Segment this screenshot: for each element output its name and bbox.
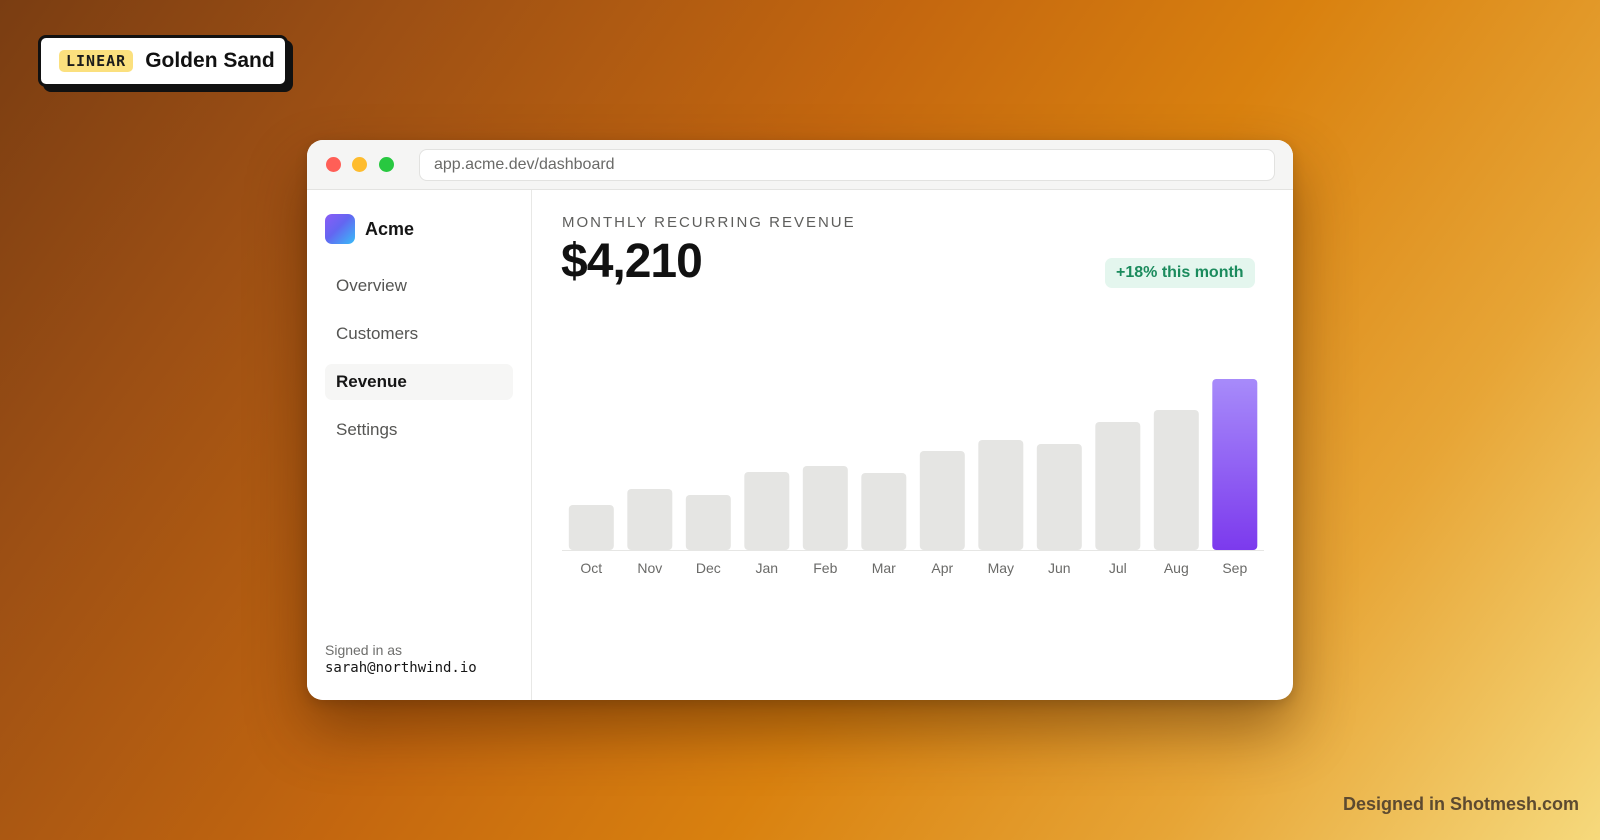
bar-jun[interactable]: [1036, 444, 1082, 550]
minimize-window-button[interactable]: [352, 157, 367, 172]
brand[interactable]: Acme: [325, 214, 414, 244]
title-bar: app.acme.dev/dashboard: [307, 140, 1293, 190]
address-bar[interactable]: app.acme.dev/dashboard: [419, 149, 1275, 181]
signed-in-label: Signed in as: [325, 642, 403, 658]
signed-in-info: Signed in as sarah@northwind.io: [325, 642, 477, 676]
x-tick-label: Jul: [1109, 560, 1127, 576]
bar-feb[interactable]: [802, 466, 848, 550]
sidebar-item-revenue[interactable]: Revenue: [325, 364, 513, 400]
bar-oct[interactable]: [568, 505, 614, 550]
bar-nov[interactable]: [627, 489, 673, 550]
bar-mar[interactable]: [861, 473, 907, 550]
x-tick-label: Jan: [756, 560, 779, 576]
theme-tag: LINEAR Golden Sand: [38, 35, 288, 87]
x-tick-label: Dec: [696, 560, 721, 576]
x-tick-label: Nov: [637, 560, 662, 576]
revenue-bar-chart: Oct Nov Dec Jan Feb Mar Apr May Jun Jul Aug Sep: [562, 379, 1264, 576]
x-tick-label: Mar: [872, 560, 896, 576]
browser-window: app.acme.dev/dashboard Acme Overview Cus…: [307, 140, 1293, 700]
bar-aug[interactable]: [1153, 410, 1199, 550]
brand-name: Acme: [365, 218, 415, 239]
bar-jan[interactable]: [744, 472, 790, 550]
footer-credit: Designed in Shotmesh.com: [1343, 794, 1579, 814]
signed-in-email: sarah@northwind.io: [325, 660, 477, 676]
footer-credit-wrap: Designed in Shotmesh.com: [1343, 794, 1579, 814]
close-window-button[interactable]: [326, 157, 341, 172]
bar-sep[interactable]: [1212, 379, 1258, 550]
x-tick-label: Apr: [931, 560, 953, 576]
acme-logo-icon: [325, 214, 355, 244]
theme-badge: LINEAR: [59, 50, 134, 72]
theme-title: Golden Sand: [145, 49, 275, 72]
x-tick-label: Sep: [1222, 560, 1247, 576]
bar-dec[interactable]: [685, 495, 731, 550]
x-tick-label: Aug: [1164, 560, 1189, 576]
x-tick-label: Jun: [1048, 560, 1071, 576]
maximize-window-button[interactable]: [379, 157, 394, 172]
x-tick-label: Feb: [813, 560, 837, 576]
x-tick-label: May: [988, 560, 1014, 576]
sidebar-item-customers[interactable]: Customers: [325, 316, 513, 352]
x-tick-label: Oct: [580, 560, 602, 576]
metric-value: $4,210: [561, 235, 703, 288]
main-panel: MONTHLY RECURRING REVENUE $4,210 +18% th…: [532, 190, 1293, 700]
bar-jul[interactable]: [1095, 422, 1141, 550]
sidebar-item-overview[interactable]: Overview: [325, 268, 513, 304]
sidebar-nav: Overview Customers Revenue Settings: [325, 268, 513, 460]
sidebar-item-settings[interactable]: Settings: [325, 412, 513, 448]
bar-may[interactable]: [978, 440, 1024, 550]
metric-label: MONTHLY RECURRING REVENUE: [562, 214, 856, 231]
growth-badge: +18% this month: [1105, 258, 1255, 288]
sidebar: Acme Overview Customers Revenue Settings…: [307, 190, 532, 700]
bar-apr[interactable]: [919, 451, 965, 550]
